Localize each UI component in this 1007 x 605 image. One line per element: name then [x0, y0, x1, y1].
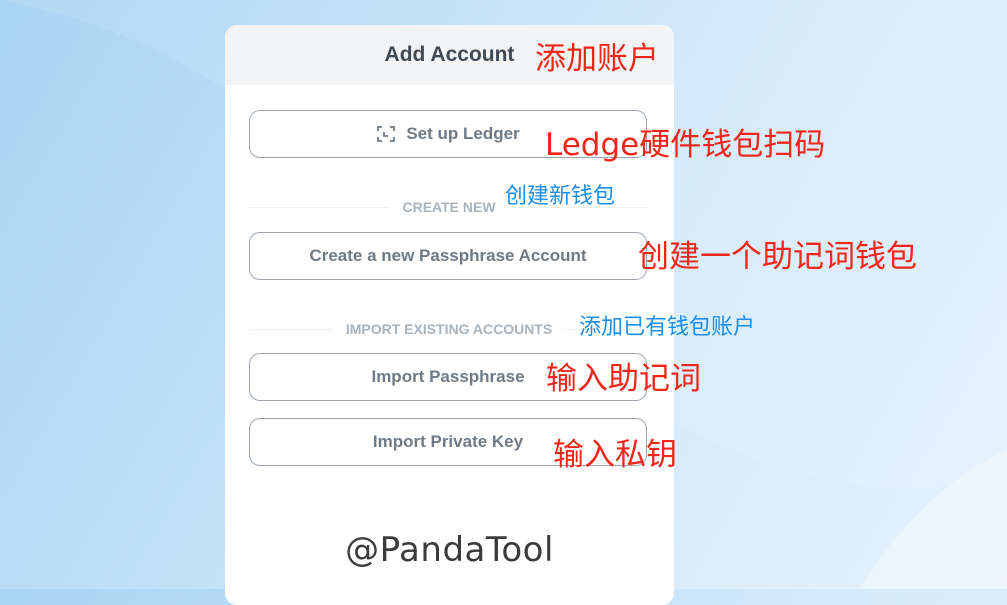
divider-line: [249, 328, 334, 330]
watermark-text: @PandaTool: [345, 530, 554, 570]
annotation-import-private-key: 输入私钥: [553, 437, 677, 473]
setup-ledger-label: Set up Ledger: [406, 124, 520, 143]
annotation-create-passphrase: 创建一个助记词钱包: [638, 239, 917, 275]
annotation-import-existing: 添加已有钱包账户: [579, 315, 756, 340]
annotation-ledger: Ledge硬件钱包扫码: [545, 127, 826, 163]
annotation-title: 添加账户: [535, 41, 659, 77]
import-private-key-label: Import Private Key: [372, 432, 524, 451]
scan-icon: [376, 125, 396, 143]
import-existing-label: IMPORT EXISTING ACCOUNTS: [345, 321, 553, 337]
divider-line: [249, 206, 391, 208]
create-passphrase-account-button[interactable]: Create a new Passphrase Account: [249, 232, 647, 280]
card-title: Add Account: [384, 43, 515, 66]
import-passphrase-label: Import Passphrase: [371, 367, 525, 386]
annotation-create-new: 创建新钱包: [505, 184, 616, 209]
create-passphrase-account-label: Create a new Passphrase Account: [309, 246, 587, 265]
create-new-label: CREATE NEW: [402, 199, 496, 215]
annotation-import-passphrase: 输入助记词: [546, 361, 701, 397]
